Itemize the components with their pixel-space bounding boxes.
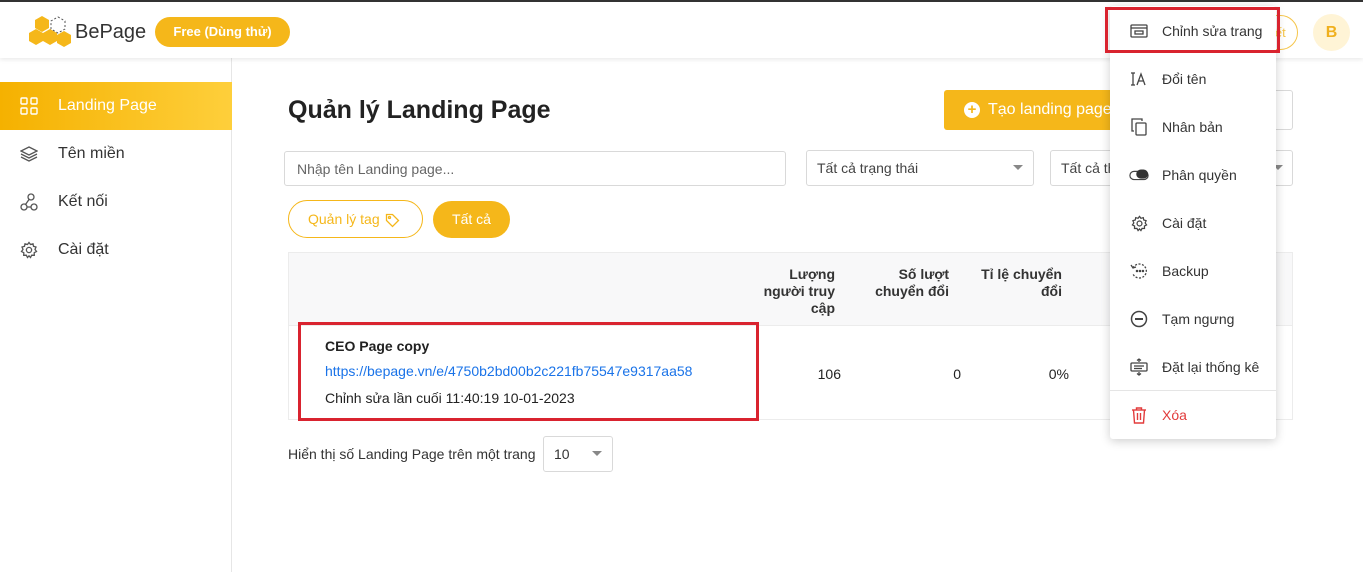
status-filter-select[interactable]: Tất cả trạng thái	[806, 150, 1034, 186]
status-filter-value: Tất cả trạng thái	[817, 160, 919, 176]
grid-icon	[20, 97, 38, 115]
all-tags-button[interactable]: Tất cả	[433, 201, 510, 238]
column-header-conversions: Số lượt chuyển đổi	[875, 266, 949, 299]
manage-tag-label: Quản lý tag	[308, 211, 380, 227]
tag-icon	[385, 213, 400, 228]
chevron-down-icon	[1013, 165, 1023, 170]
backup-icon	[1129, 261, 1149, 281]
sidebar-item-label: Tên miền	[58, 145, 125, 162]
rename-icon	[1129, 69, 1149, 89]
menu-item-backup[interactable]: Backup	[1110, 247, 1276, 295]
plus-circle-icon: +	[964, 102, 980, 118]
search-input[interactable]	[284, 151, 786, 186]
column-header-rate: Tỉ lệ chuyển đổi	[981, 266, 1062, 299]
menu-item-label: Tạm ngưng	[1162, 311, 1235, 327]
menu-item-label: Đổi tên	[1162, 71, 1207, 87]
sidebar-item-label: Cài đặt	[58, 241, 109, 258]
sidebar-item-domain[interactable]: Tên miền	[0, 130, 232, 178]
gear-icon	[20, 241, 38, 259]
create-button-label: Tạo landing page	[988, 101, 1112, 118]
sidebar-item-connect[interactable]: Kết nối	[0, 178, 232, 226]
menu-item-label: Nhân bản	[1162, 119, 1223, 135]
rate-cell: 0%	[1048, 366, 1069, 382]
chevron-down-icon	[592, 451, 602, 456]
bepage-logo-icon[interactable]	[28, 14, 72, 48]
menu-item-reset-stats[interactable]: Đặt lại thống kê	[1110, 343, 1276, 391]
trash-icon	[1129, 405, 1149, 425]
menu-item-label: Backup	[1162, 263, 1209, 279]
gear-icon	[1129, 213, 1149, 233]
menu-item-permission[interactable]: Phân quyền	[1110, 151, 1276, 199]
page-size-select[interactable]: 10	[543, 436, 613, 472]
avatar[interactable]: B	[1313, 14, 1350, 51]
menu-item-edit-page[interactable]: Chỉnh sửa trang	[1110, 7, 1276, 55]
plan-badge[interactable]: Free (Dùng thử)	[155, 17, 290, 47]
edit-page-icon	[1129, 21, 1149, 41]
sidebar-item-label: Landing Page	[58, 97, 157, 114]
menu-item-duplicate[interactable]: Nhân bản	[1110, 103, 1276, 151]
duplicate-icon	[1129, 117, 1149, 137]
menu-item-label: Đặt lại thống kê	[1162, 359, 1260, 375]
sidebar-item-settings[interactable]: Cài đặt	[0, 226, 232, 274]
second-filter-value: Tất cả th	[1061, 160, 1116, 176]
layers-icon	[20, 145, 38, 163]
reset-stats-icon	[1129, 357, 1149, 377]
menu-item-delete[interactable]: Xóa	[1110, 391, 1276, 439]
menu-item-label: Xóa	[1162, 407, 1187, 423]
manage-tag-button[interactable]: Quản lý tag	[288, 200, 423, 238]
conversions-cell: 0	[953, 366, 961, 382]
pause-icon	[1129, 309, 1149, 329]
sidebar-item-landing-page[interactable]: Landing Page	[0, 82, 232, 130]
page-size-value: 10	[554, 446, 570, 462]
row-highlight-box	[298, 322, 759, 421]
sidebar: Landing Page Tên miền Kết nối Cài đặt	[0, 58, 232, 572]
menu-item-settings[interactable]: Cài đặt	[1110, 199, 1276, 247]
column-header-visitors: Lượng người truy cập	[763, 266, 835, 316]
menu-item-label: Chỉnh sửa trang	[1162, 23, 1263, 39]
menu-item-rename[interactable]: Đổi tên	[1110, 55, 1276, 103]
connect-icon	[20, 193, 38, 211]
menu-item-pause[interactable]: Tạm ngưng	[1110, 295, 1276, 343]
page-title: Quản lý Landing Page	[288, 96, 551, 124]
menu-item-label: Cài đặt	[1162, 215, 1207, 231]
brand-name: BePage	[75, 21, 147, 43]
page-size-label: Hiển thị số Landing Page trên một trang	[288, 446, 536, 462]
menu-item-label: Phân quyền	[1162, 167, 1237, 183]
landing-page-context-menu: Chỉnh sửa trang Đổi tên Nhân bản Phân qu…	[1110, 6, 1276, 439]
create-landing-page-button[interactable]: + Tạo landing page	[944, 90, 1134, 130]
permission-toggle-icon	[1129, 165, 1149, 185]
sidebar-item-label: Kết nối	[58, 193, 108, 210]
